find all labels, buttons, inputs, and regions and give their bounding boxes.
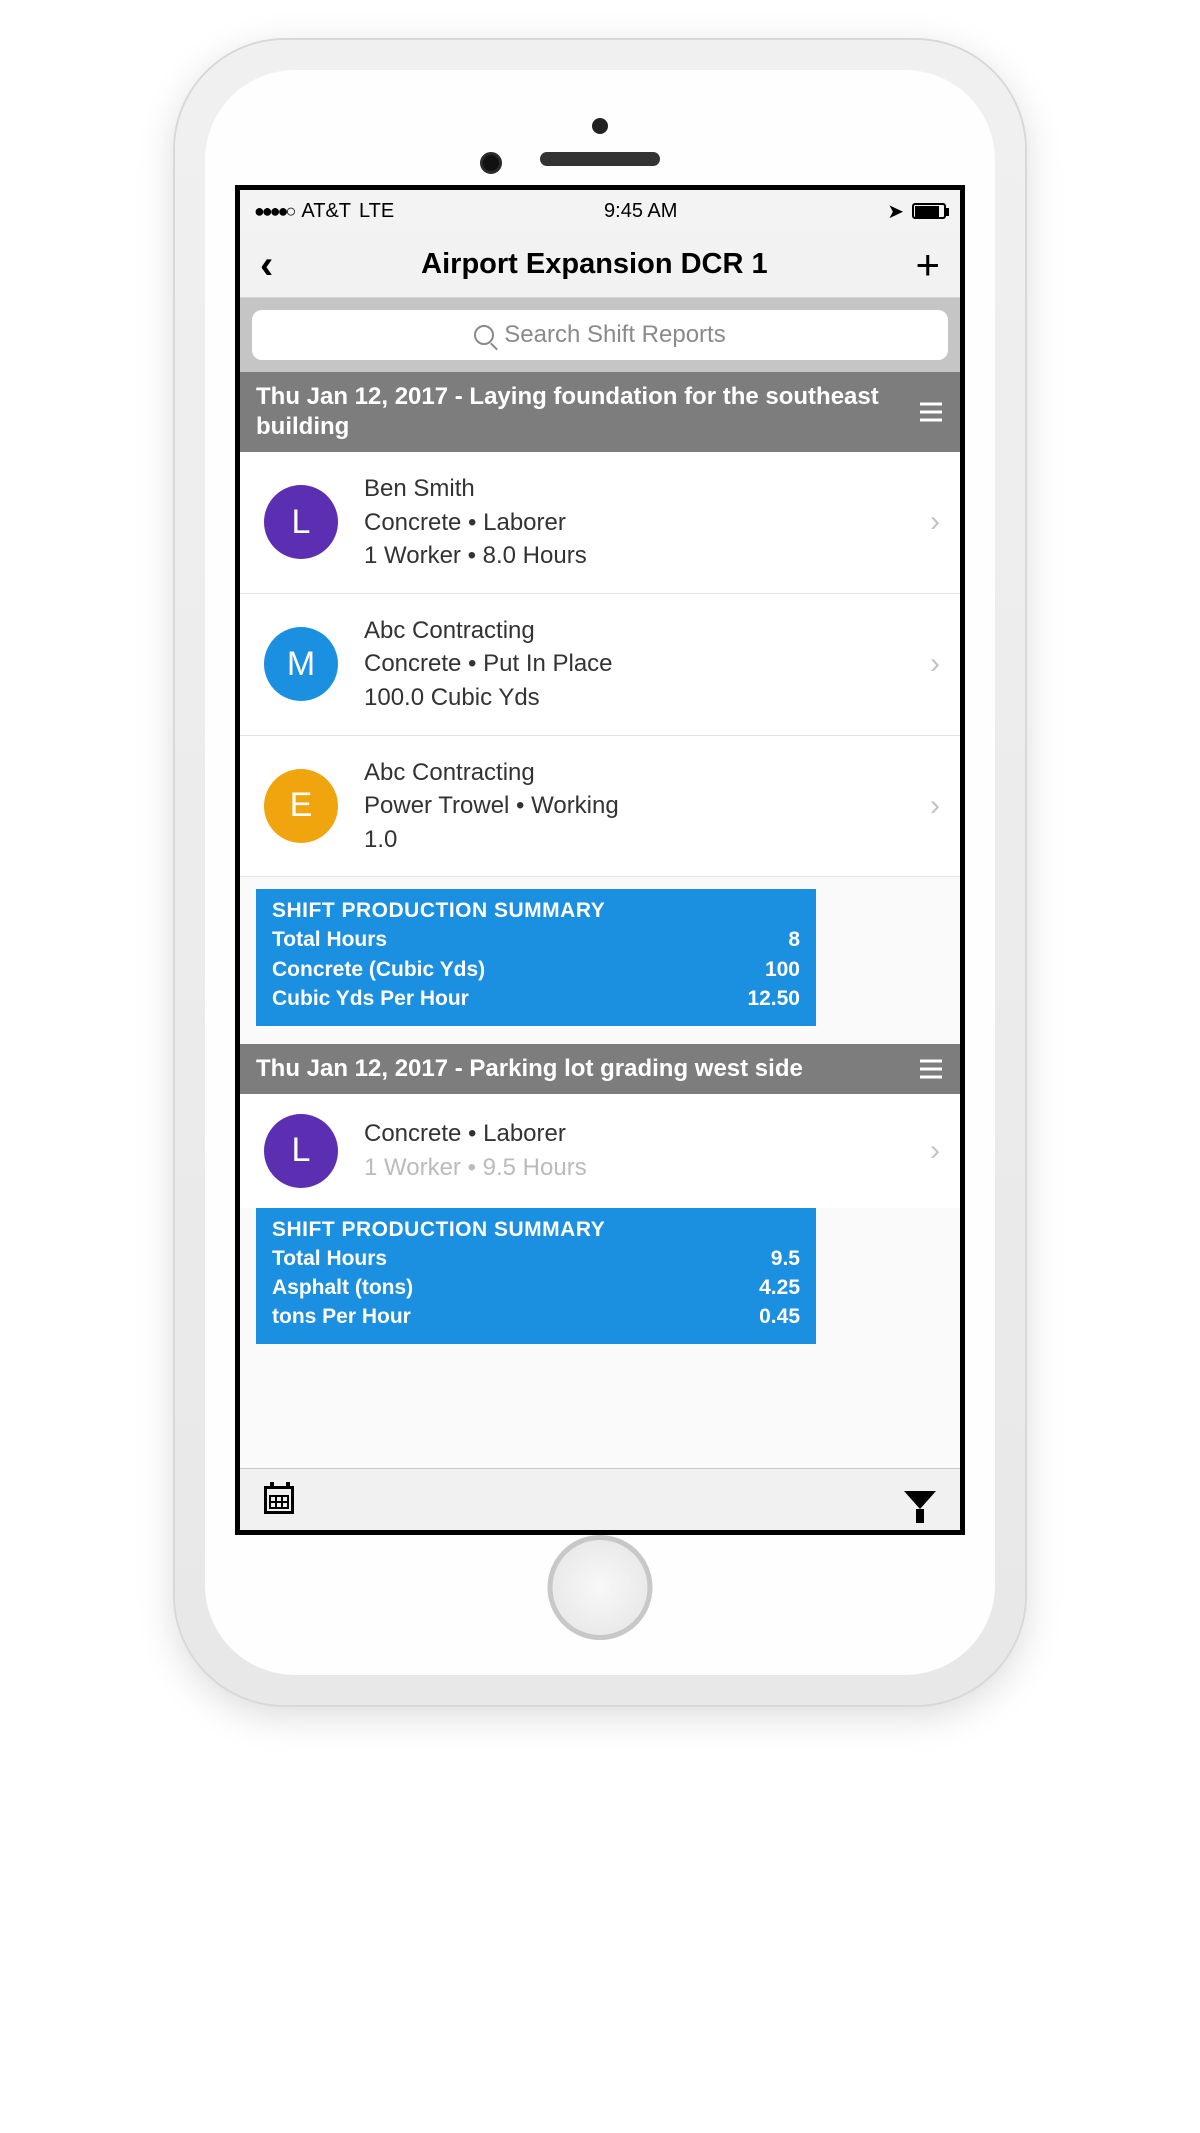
- summary-value: 9.5: [771, 1244, 800, 1273]
- chevron-right-icon: ›: [930, 505, 940, 539]
- calendar-icon[interactable]: [264, 1486, 294, 1514]
- list-item[interactable]: L Concrete • Laborer 1 Worker • 9.5 Hour…: [240, 1094, 960, 1208]
- section-title: Thu Jan 12, 2017 - Parking lot grading w…: [256, 1055, 803, 1082]
- summary-label: Total Hours: [272, 1244, 387, 1273]
- add-button[interactable]: +: [915, 244, 940, 286]
- chevron-right-icon: ›: [930, 1134, 940, 1168]
- hamburger-icon[interactable]: [920, 403, 942, 422]
- row-line3: 1 Worker • 8.0 Hours: [364, 539, 904, 573]
- row-line2: Concrete • Laborer: [364, 506, 904, 540]
- row-line1: Ben Smith: [364, 472, 904, 506]
- search-container: Search Shift Reports: [240, 298, 960, 372]
- summary-label: tons Per Hour: [272, 1302, 411, 1331]
- section-header[interactable]: Thu Jan 12, 2017 - Parking lot grading w…: [240, 1044, 960, 1094]
- section-title: Thu Jan 12, 2017 - Laying foundation for…: [256, 383, 879, 440]
- filter-icon[interactable]: [904, 1491, 936, 1509]
- screen: ●●●●○ AT&T LTE 9:45 AM ➤ ‹ Airport Expan…: [235, 185, 965, 1535]
- summary-label: Total Hours: [272, 925, 387, 954]
- row-line3: 1.0: [364, 823, 904, 857]
- summary-title: SHIFT PRODUCTION SUMMARY: [272, 1218, 800, 1242]
- chevron-right-icon: ›: [930, 647, 940, 681]
- network-label: LTE: [359, 200, 394, 223]
- summary-title: SHIFT PRODUCTION SUMMARY: [272, 899, 800, 923]
- search-icon: [474, 325, 494, 345]
- row-line1: Abc Contracting: [364, 756, 904, 790]
- search-input[interactable]: Search Shift Reports: [252, 310, 948, 360]
- summary-value: 8: [788, 925, 800, 954]
- shift-summary: SHIFT PRODUCTION SUMMARY Total Hours 8 Co…: [256, 889, 816, 1025]
- hamburger-icon[interactable]: [920, 1059, 942, 1078]
- summary-value: 4.25: [759, 1273, 800, 1302]
- page-title: Airport Expansion DCR 1: [273, 248, 915, 281]
- summary-label: Cubic Yds Per Hour: [272, 984, 469, 1013]
- summary-label: Concrete (Cubic Yds): [272, 955, 485, 984]
- avatar-badge: L: [264, 485, 338, 559]
- phone-frame: ●●●●○ AT&T LTE 9:45 AM ➤ ‹ Airport Expan…: [175, 40, 1025, 1705]
- chevron-right-icon: ›: [930, 789, 940, 823]
- back-button[interactable]: ‹: [260, 245, 273, 285]
- shift-summary: SHIFT PRODUCTION SUMMARY Total Hours9.5 …: [256, 1208, 816, 1344]
- speaker: [540, 152, 660, 166]
- bottom-toolbar: [240, 1468, 960, 1530]
- home-button[interactable]: [548, 1535, 653, 1640]
- front-sensor: [592, 118, 608, 134]
- row-line2: Power Trowel • Working: [364, 789, 904, 823]
- signal-dots-icon: ●●●●○: [254, 201, 293, 222]
- carrier-label: AT&T: [301, 200, 351, 223]
- avatar-badge: E: [264, 769, 338, 843]
- list-item[interactable]: L Ben Smith Concrete • Laborer 1 Worker …: [240, 452, 960, 594]
- front-camera: [480, 152, 502, 174]
- row-line2: Concrete • Laborer: [364, 1117, 904, 1151]
- row-line1: Abc Contracting: [364, 614, 904, 648]
- battery-icon: [912, 203, 946, 219]
- summary-label: Asphalt (tons): [272, 1273, 413, 1302]
- location-icon: ➤: [887, 199, 904, 224]
- row-line2: Concrete • Put In Place: [364, 647, 904, 681]
- scroll-area[interactable]: Thu Jan 12, 2017 - Laying foundation for…: [240, 372, 960, 1530]
- search-placeholder: Search Shift Reports: [504, 321, 725, 349]
- summary-value: 12.50: [747, 984, 800, 1013]
- summary-value: 100: [765, 955, 800, 984]
- list-item[interactable]: M Abc Contracting Concrete • Put In Plac…: [240, 594, 960, 736]
- status-time: 9:45 AM: [604, 200, 677, 223]
- status-bar: ●●●●○ AT&T LTE 9:45 AM ➤: [240, 190, 960, 232]
- row-line3: 1 Worker • 9.5 Hours: [364, 1151, 904, 1185]
- avatar-badge: L: [264, 1114, 338, 1188]
- avatar-badge: M: [264, 627, 338, 701]
- phone-inner: ●●●●○ AT&T LTE 9:45 AM ➤ ‹ Airport Expan…: [205, 70, 995, 1675]
- row-line3: 100.0 Cubic Yds: [364, 681, 904, 715]
- list-item[interactable]: E Abc Contracting Power Trowel • Working…: [240, 736, 960, 878]
- summary-value: 0.45: [759, 1302, 800, 1331]
- section-header[interactable]: Thu Jan 12, 2017 - Laying foundation for…: [240, 372, 960, 452]
- nav-bar: ‹ Airport Expansion DCR 1 +: [240, 232, 960, 298]
